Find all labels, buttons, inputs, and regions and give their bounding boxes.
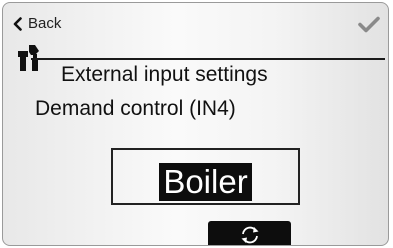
header-divider [31,58,385,60]
setting-value: Boiler [159,162,252,201]
tools-icon [17,43,47,78]
top-bar: Back [3,3,388,47]
refresh-cycle-icon [239,225,261,245]
checkmark-icon [358,16,380,37]
cycle-value-button[interactable] [208,221,291,245]
confirm-button[interactable] [358,16,380,38]
setting-name: Demand control (IN4) [35,97,236,120]
back-button[interactable]: Back [13,15,61,32]
chevron-left-icon [13,16,22,31]
back-label: Back [28,15,62,32]
setting-value-box[interactable]: Boiler [111,148,300,205]
display-screen: Back External input settings Demand cont… [2,2,389,246]
page-title: External input settings [61,63,268,86]
